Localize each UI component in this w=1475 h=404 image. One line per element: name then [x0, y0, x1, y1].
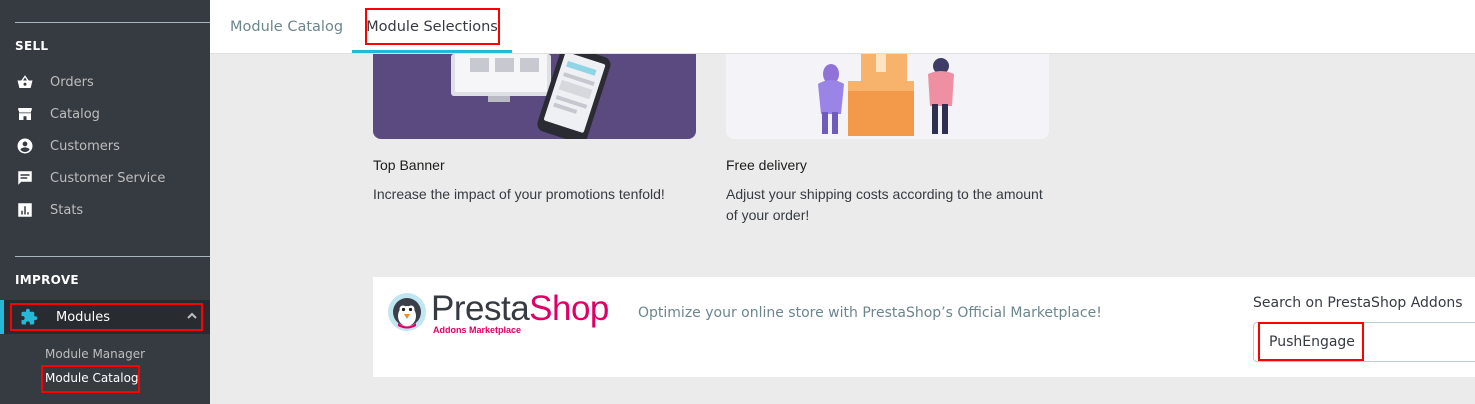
active-tab-underline	[352, 50, 512, 53]
chat-icon	[16, 169, 34, 187]
sidebar-item-label: Modules	[56, 309, 111, 325]
section-title-improve: IMPROVE	[15, 273, 79, 287]
addons-marketplace-banner: PrestaShop Addons Marketplace Optimize y…	[373, 277, 1475, 377]
sidebar-subitem-module-manager[interactable]: Module Manager	[45, 347, 145, 361]
prestashop-wordmark[interactable]: PrestaShop	[431, 291, 609, 327]
sidebar-item-catalog[interactable]: Catalog	[0, 98, 210, 130]
card-description-line: of your order!	[726, 207, 810, 223]
puzzle-icon	[20, 308, 38, 326]
account-circle-icon	[16, 137, 34, 155]
sidebar-divider	[15, 256, 210, 257]
sidebar-item-label: Stats	[50, 202, 84, 218]
card-title-top-banner[interactable]: Top Banner	[373, 157, 445, 173]
sidebar-item-stats[interactable]: Stats	[0, 194, 210, 226]
sidebar-item-modules[interactable]: Modules	[0, 301, 210, 333]
free-delivery-illustration[interactable]	[726, 54, 1049, 139]
sidebar-item-label: Customers	[50, 138, 120, 154]
tab-module-catalog[interactable]: Module Catalog	[230, 0, 343, 54]
addons-tagline: Optimize your online store with PrestaSh…	[638, 305, 1102, 321]
top-banner-illustration[interactable]	[373, 54, 696, 139]
sidebar-item-label: Customer Service	[50, 170, 166, 186]
tab-module-selections[interactable]: Module Selections	[352, 0, 512, 54]
card-description-top-banner: Increase the impact of your promotions t…	[373, 186, 665, 202]
addons-search-label: Search on PrestaShop Addons	[1253, 295, 1463, 311]
addons-marketplace-subtitle: Addons Marketplace	[433, 325, 522, 335]
card-description-line: Adjust your shipping costs according to …	[726, 186, 1043, 202]
sidebar-item-orders[interactable]: Orders	[0, 66, 210, 98]
prestashop-puffin-logo-icon	[388, 293, 426, 331]
sidebar-subitem-module-catalog[interactable]: Module Catalog	[45, 371, 139, 385]
card-title-free-delivery[interactable]: Free delivery	[726, 157, 807, 173]
sidebar-item-customers[interactable]: Customers	[0, 130, 210, 162]
section-title-sell: SELL	[15, 39, 49, 53]
chevron-up-icon[interactable]	[186, 310, 198, 322]
sidebar-item-customer-service[interactable]: Customer Service	[0, 162, 210, 194]
card-description-free-delivery: Adjust your shipping costs according to …	[726, 184, 1056, 226]
store-icon	[16, 105, 34, 123]
tab-bar: Module Catalog Module Selections	[210, 0, 1475, 54]
basket-icon	[16, 73, 34, 91]
sidebar-item-label: Catalog	[50, 106, 100, 122]
sidebar: SELL Orders Catalog Customers Customer S…	[0, 0, 210, 404]
sidebar-item-label: Orders	[50, 74, 94, 90]
wordmark-part: Shop	[529, 289, 609, 328]
sidebar-divider	[15, 22, 210, 23]
bar-chart-icon	[16, 201, 34, 219]
wordmark-part: Presta	[431, 289, 530, 328]
addons-search-input[interactable]	[1253, 322, 1475, 362]
